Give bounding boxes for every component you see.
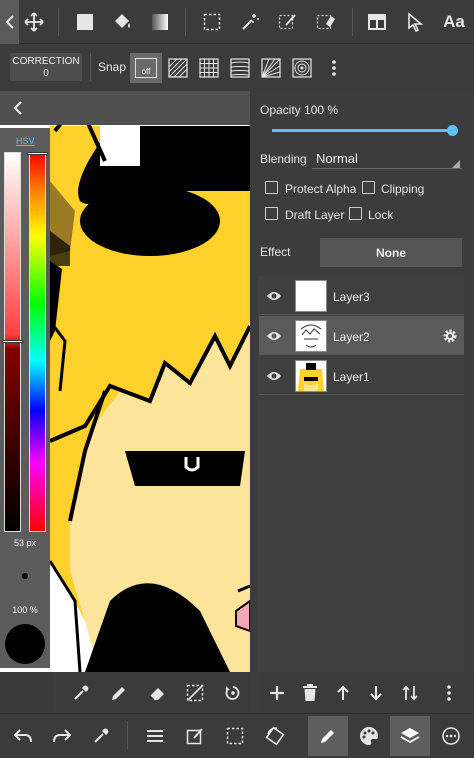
brush-size-label: 53 px (13, 538, 37, 548)
layer-opacity-slider-thumb[interactable] (447, 125, 458, 136)
select-pen-icon[interactable] (276, 10, 300, 34)
redo-icon[interactable] (51, 725, 73, 747)
select-eraser-icon[interactable] (314, 10, 338, 34)
layer-name: Layer2 (333, 330, 370, 344)
rectangle-fill-icon[interactable] (73, 10, 97, 34)
layout-icon[interactable] (365, 10, 389, 34)
snap-off-label: off (135, 58, 157, 78)
chevron-left-icon[interactable] (0, 10, 19, 34)
blending-label: Blending (260, 152, 307, 166)
toolbar-divider (127, 721, 128, 749)
toolbar-divider (352, 8, 353, 36)
layer-name: Layer3 (333, 290, 370, 304)
undo-icon[interactable] (12, 725, 34, 747)
pointer-icon[interactable] (403, 10, 427, 34)
layer-thumbnail (295, 360, 327, 392)
correction-button[interactable]: CORRECTION 0 (10, 53, 82, 81)
eye-icon[interactable] (265, 328, 283, 344)
more-options-icon[interactable] (324, 56, 344, 80)
layer-opacity-label: Opacity 100 % (260, 103, 339, 117)
snap-off-button[interactable]: off (130, 53, 162, 83)
chevron-left-icon[interactable] (8, 98, 28, 118)
pen-icon[interactable] (108, 682, 130, 704)
correction-label: CORRECTION (12, 56, 80, 67)
gear-icon[interactable] (441, 327, 459, 345)
edit-canvas-icon[interactable] (184, 725, 206, 747)
effect-label: Effect (260, 245, 291, 259)
clipping-label: Clipping (381, 182, 425, 196)
protect-alpha-label: Protect Alpha (285, 182, 357, 196)
magic-wand-icon[interactable] (238, 10, 262, 34)
layer-opacity-slider[interactable] (272, 129, 454, 132)
text-icon[interactable]: Aa (438, 10, 470, 34)
snap-parallel-button[interactable] (162, 53, 194, 83)
draft-layer-label: Draft Layer (285, 208, 345, 222)
toolbar-divider (58, 8, 59, 36)
layer-thumbnail (295, 280, 327, 312)
toolbar-divider (90, 53, 91, 81)
protect-alpha-checkbox[interactable] (265, 181, 278, 194)
snap-circle-button[interactable] (286, 53, 318, 83)
snap-grid-button[interactable] (193, 53, 225, 83)
move-layer-down-icon[interactable] (365, 682, 387, 704)
hue-slider[interactable] (29, 152, 46, 532)
layer-thumbnail (295, 320, 327, 352)
brush-size-preview[interactable] (22, 573, 28, 579)
saturation-slider-handle[interactable] (2, 340, 23, 343)
rotate-icon[interactable] (222, 682, 244, 704)
clipping-checkbox[interactable] (362, 181, 375, 194)
delete-layer-icon[interactable] (299, 682, 321, 704)
move-icon[interactable] (22, 10, 46, 34)
color-palette-icon[interactable] (358, 725, 380, 747)
draft-layer-checkbox[interactable] (265, 207, 278, 220)
transform-icon[interactable] (264, 725, 286, 747)
selection-icon[interactable] (224, 725, 246, 747)
snap-perspective-button[interactable] (224, 53, 256, 83)
deselect-icon[interactable] (184, 682, 206, 704)
swap-layers-icon[interactable] (399, 682, 421, 704)
toolbar-divider (185, 8, 186, 36)
fill-bucket-icon[interactable] (110, 10, 134, 34)
lock-checkbox[interactable] (349, 207, 362, 220)
blending-value: Normal (316, 151, 358, 166)
brush-tab-icon[interactable] (317, 725, 339, 747)
add-layer-icon[interactable] (266, 682, 288, 704)
menu-icon[interactable] (144, 725, 166, 747)
move-layer-up-icon[interactable] (332, 682, 354, 704)
eyedropper-icon[interactable] (70, 682, 92, 704)
snap-radial-button[interactable] (255, 53, 287, 83)
brush-opacity-label: 100 % (12, 605, 38, 615)
eye-icon[interactable] (265, 288, 283, 304)
settings-circle-icon[interactable] (440, 725, 462, 747)
eye-icon[interactable] (265, 368, 283, 384)
layer-name: Layer1 (333, 370, 370, 384)
panel-collapse-bar[interactable] (0, 91, 250, 125)
current-color-swatch[interactable] (5, 624, 45, 664)
hue-slider-handle[interactable] (27, 152, 48, 155)
select-rect-icon[interactable] (200, 10, 224, 34)
snap-label: Snap (98, 60, 127, 74)
layer-more-icon[interactable] (438, 682, 460, 704)
eyedropper-icon[interactable] (90, 725, 112, 747)
gradient-icon[interactable] (148, 10, 172, 34)
layers-tab-icon[interactable] (399, 725, 421, 747)
correction-value: 0 (43, 68, 49, 79)
eraser-icon[interactable] (146, 682, 168, 704)
dropdown-arrow-icon (452, 160, 460, 168)
lock-label: Lock (368, 208, 394, 222)
hsv-mode-link[interactable]: HSV (16, 136, 35, 146)
effect-button[interactable]: None (320, 238, 462, 267)
